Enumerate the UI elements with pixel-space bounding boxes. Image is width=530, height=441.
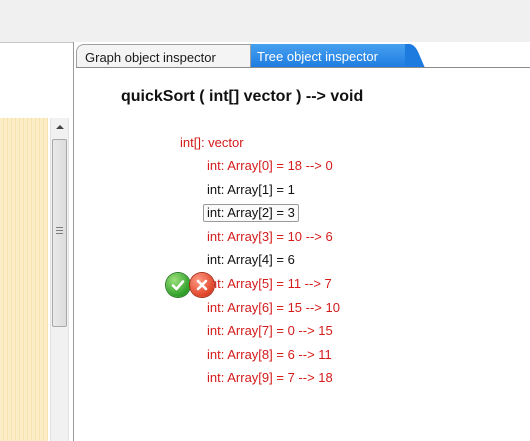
vertical-scrollbar[interactable] bbox=[50, 118, 69, 441]
tree-item[interactable]: int: Array[7] = 0 --> 15 bbox=[207, 323, 333, 339]
tree-item[interactable]: int: Array[0] = 18 --> 0 bbox=[207, 158, 333, 174]
left-topline bbox=[0, 42, 74, 43]
check-circle-icon bbox=[171, 280, 185, 291]
grip-icon bbox=[56, 227, 63, 234]
accept-button[interactable] bbox=[166, 273, 190, 297]
arrow-up-icon bbox=[55, 124, 64, 129]
tree-item[interactable]: int: Array[1] = 1 bbox=[207, 182, 295, 198]
tree-item[interactable]: int: Array[4] = 6 bbox=[207, 252, 295, 268]
tree-item[interactable]: int: Array[2] = 3 bbox=[203, 204, 299, 223]
tree-inspector-panel: quickSort ( int[] vector ) --> void int[… bbox=[76, 68, 530, 441]
inspector-tabbar: Graph object inspector Tree object inspe… bbox=[76, 42, 530, 68]
tree-item[interactable]: int: Array[6] = 15 --> 10 bbox=[207, 300, 340, 316]
tree-root-node[interactable]: int[]: vector bbox=[180, 135, 244, 151]
tab-graph-object-inspector[interactable]: Graph object inspector bbox=[76, 44, 251, 68]
x-circle-icon bbox=[196, 279, 208, 291]
tab-ramp bbox=[405, 44, 425, 68]
pane-divider[interactable] bbox=[73, 42, 74, 441]
tree-item[interactable]: int: Array[5] = 11 --> 7 bbox=[207, 276, 332, 292]
reject-button[interactable] bbox=[190, 273, 214, 297]
scroll-up-button[interactable] bbox=[51, 118, 68, 135]
tree-item[interactable]: int: Array[8] = 6 --> 11 bbox=[207, 347, 332, 363]
window-top-strip bbox=[0, 0, 530, 42]
tree-item[interactable]: int: Array[9] = 7 --> 18 bbox=[207, 370, 333, 386]
editor-gutter bbox=[0, 118, 48, 441]
method-signature: quickSort ( int[] vector ) --> void bbox=[121, 88, 364, 105]
tab-tree-object-inspector[interactable]: Tree object inspector bbox=[251, 44, 406, 68]
scroll-thumb[interactable] bbox=[52, 139, 67, 327]
tree-item[interactable]: int: Array[3] = 10 --> 6 bbox=[207, 229, 333, 245]
